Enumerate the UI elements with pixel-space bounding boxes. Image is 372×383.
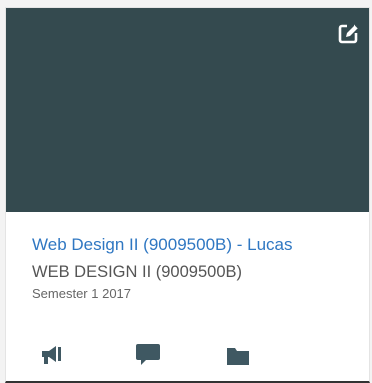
course-card-body: Web Design II (9009500B) - Lucas WEB DES… <box>32 234 359 302</box>
course-card: Web Design II (9009500B) - Lucas WEB DES… <box>5 7 370 383</box>
course-card-hero[interactable] <box>6 8 369 212</box>
course-title-link[interactable]: Web Design II (9009500B) - Lucas <box>32 234 359 256</box>
course-code: WEB DESIGN II (9009500B) <box>32 263 242 281</box>
files-icon[interactable] <box>225 342 251 368</box>
edit-icon-svg <box>338 23 359 44</box>
edit-icon[interactable] <box>338 22 360 44</box>
course-term: Semester 1 2017 <box>32 286 132 301</box>
announcements-icon[interactable] <box>40 342 66 368</box>
files-icon-svg <box>227 348 249 365</box>
discussions-icon-svg <box>136 344 160 365</box>
discussions-icon[interactable] <box>135 342 161 368</box>
announcements-icon-svg <box>42 346 61 364</box>
